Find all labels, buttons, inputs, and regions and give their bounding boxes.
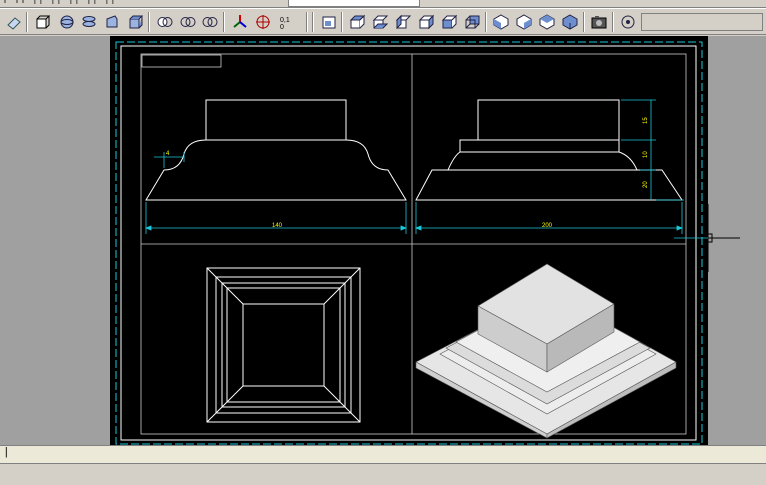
target-icon[interactable] — [253, 12, 273, 32]
top-view-icon[interactable] — [347, 12, 367, 32]
drawing-canvas[interactable]: 140 4 200 15 10 20 — [110, 36, 742, 445]
side-view-dimensions — [414, 99, 742, 239]
front-view-icon[interactable] — [439, 12, 459, 32]
right-gray-area — [703, 36, 766, 445]
dim-height-1: 15 — [643, 117, 649, 124]
dim-height-2: 10 — [643, 151, 649, 158]
toolbar-separator — [485, 12, 487, 32]
front-view-dimensions — [144, 152, 408, 234]
toolbar-separator — [341, 12, 343, 32]
toolbar-separator — [306, 12, 308, 32]
camera-icon[interactable] — [589, 12, 609, 32]
command-area: | — [0, 445, 766, 485]
dim-height-3: 20 — [643, 181, 649, 188]
left-view-icon[interactable] — [393, 12, 413, 32]
solid-extrude-icon[interactable] — [102, 12, 122, 32]
nw-iso-view-icon[interactable] — [560, 12, 580, 32]
model-space-area[interactable]: 140 4 200 15 10 20 — [0, 36, 766, 445]
toolbar-separator — [312, 12, 314, 32]
status-bar — [0, 465, 766, 485]
iso-view — [415, 263, 677, 439]
dim-small-left: 4 — [166, 151, 170, 157]
ne-iso-view-icon[interactable] — [537, 12, 557, 32]
back-view-icon[interactable] — [462, 12, 482, 32]
toolbar-separator — [148, 12, 150, 32]
box-select-icon[interactable] — [32, 12, 52, 32]
toolbar-separator — [223, 12, 225, 32]
title-block — [141, 54, 222, 68]
top-menu-strip: | || ││ ││ ││ ││ ││ — [0, 0, 766, 8]
coordinate-icon[interactable]: 0,1 0 — [276, 12, 296, 32]
toolbar-separator — [612, 12, 614, 32]
se-iso-view-icon[interactable] — [514, 12, 534, 32]
toolbar-separator — [583, 12, 585, 32]
front-view — [145, 99, 407, 201]
top-strip-fragment: | || ││ ││ ││ ││ ││ — [2, 0, 116, 5]
ucs-axis-icon[interactable] — [230, 12, 250, 32]
dim-width-left: 140 — [272, 223, 283, 229]
right-view-icon[interactable] — [416, 12, 436, 32]
dim-width-right: 200 — [542, 223, 553, 229]
svg-text:0,1: 0,1 — [280, 17, 290, 24]
union-icon[interactable] — [155, 12, 175, 32]
top-view — [206, 267, 361, 423]
command-prompt: | — [3, 447, 10, 459]
solid-box-icon[interactable] — [125, 12, 145, 32]
solid-globe-icon[interactable] — [57, 12, 77, 32]
subtract-icon[interactable] — [178, 12, 198, 32]
eraser-icon[interactable] — [4, 12, 24, 32]
intersect-icon[interactable] — [200, 12, 220, 32]
top-strip-field[interactable] — [288, 0, 420, 7]
toolbar-separator — [26, 12, 28, 32]
named-views-icon[interactable] — [319, 12, 339, 32]
toolbar: 0,1 0 — [0, 8, 766, 35]
solid-layers-icon[interactable] — [79, 12, 99, 32]
bottom-view-icon[interactable] — [370, 12, 390, 32]
sw-iso-view-icon[interactable] — [491, 12, 511, 32]
toolbar-dropdown[interactable] — [641, 13, 763, 31]
orbit-icon[interactable] — [618, 12, 638, 32]
command-line[interactable]: | — [0, 446, 766, 464]
svg-text:0: 0 — [280, 24, 284, 31]
